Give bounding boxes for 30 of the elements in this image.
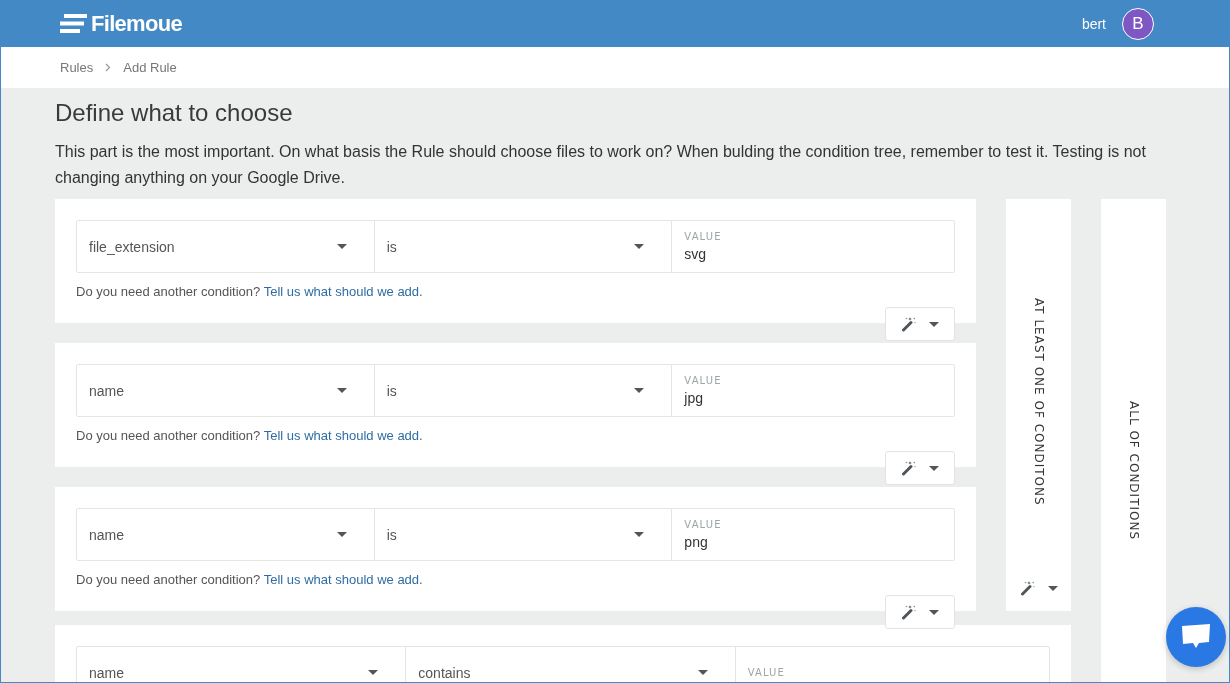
caret-icon [929,465,939,471]
help-text: Do you need another condition? Tell us what should we add. [76,284,424,300]
group-label: ALL OF CONDITIONS [1126,401,1141,541]
help-text: Do you need another condition? Tell us what should we add. [76,428,424,444]
speech-bubble-icon [1181,624,1211,650]
page-description: This part is the most important. On what basis the Rule should choose files to work on? When bulding the condition tree, remember to test it. Testing is not changing anything on your Google Drive. [55,142,1147,188]
chat-button[interactable] [1166,607,1226,667]
feedback-link[interactable]: Tell us what should we add. [263,284,423,299]
chevron-right-icon [105,63,112,72]
logo-text: Filemoue [91,9,182,38]
caret-icon [1047,585,1058,591]
user-avatar[interactable]: B [1122,7,1154,40]
tools-button[interactable] [885,307,955,341]
group-label: AT LEAST ONE OF CONDITONS [1031,298,1046,506]
feedback-link[interactable]: Tell us what should we add. [263,428,423,443]
magic-wand-icon [901,604,917,620]
help-text: Do you need another condition? Tell us what should we add. [76,572,424,588]
feedback-link[interactable]: Tell us what should we add. [263,572,423,587]
caret-icon [929,609,939,615]
magic-wand-icon [1019,580,1036,596]
page-title: Define what to choose [55,98,294,128]
magic-wand-icon [901,316,917,332]
tools-button[interactable] [885,595,955,629]
breadcrumb-link[interactable]: Rules [60,60,94,75]
caret-icon [929,321,939,327]
breadcrumb-current: Add Rule [123,60,177,75]
logo-icon [60,14,88,33]
user-name: bert [1081,15,1106,32]
tools-button[interactable] [885,451,955,485]
magic-wand-icon [901,460,917,476]
